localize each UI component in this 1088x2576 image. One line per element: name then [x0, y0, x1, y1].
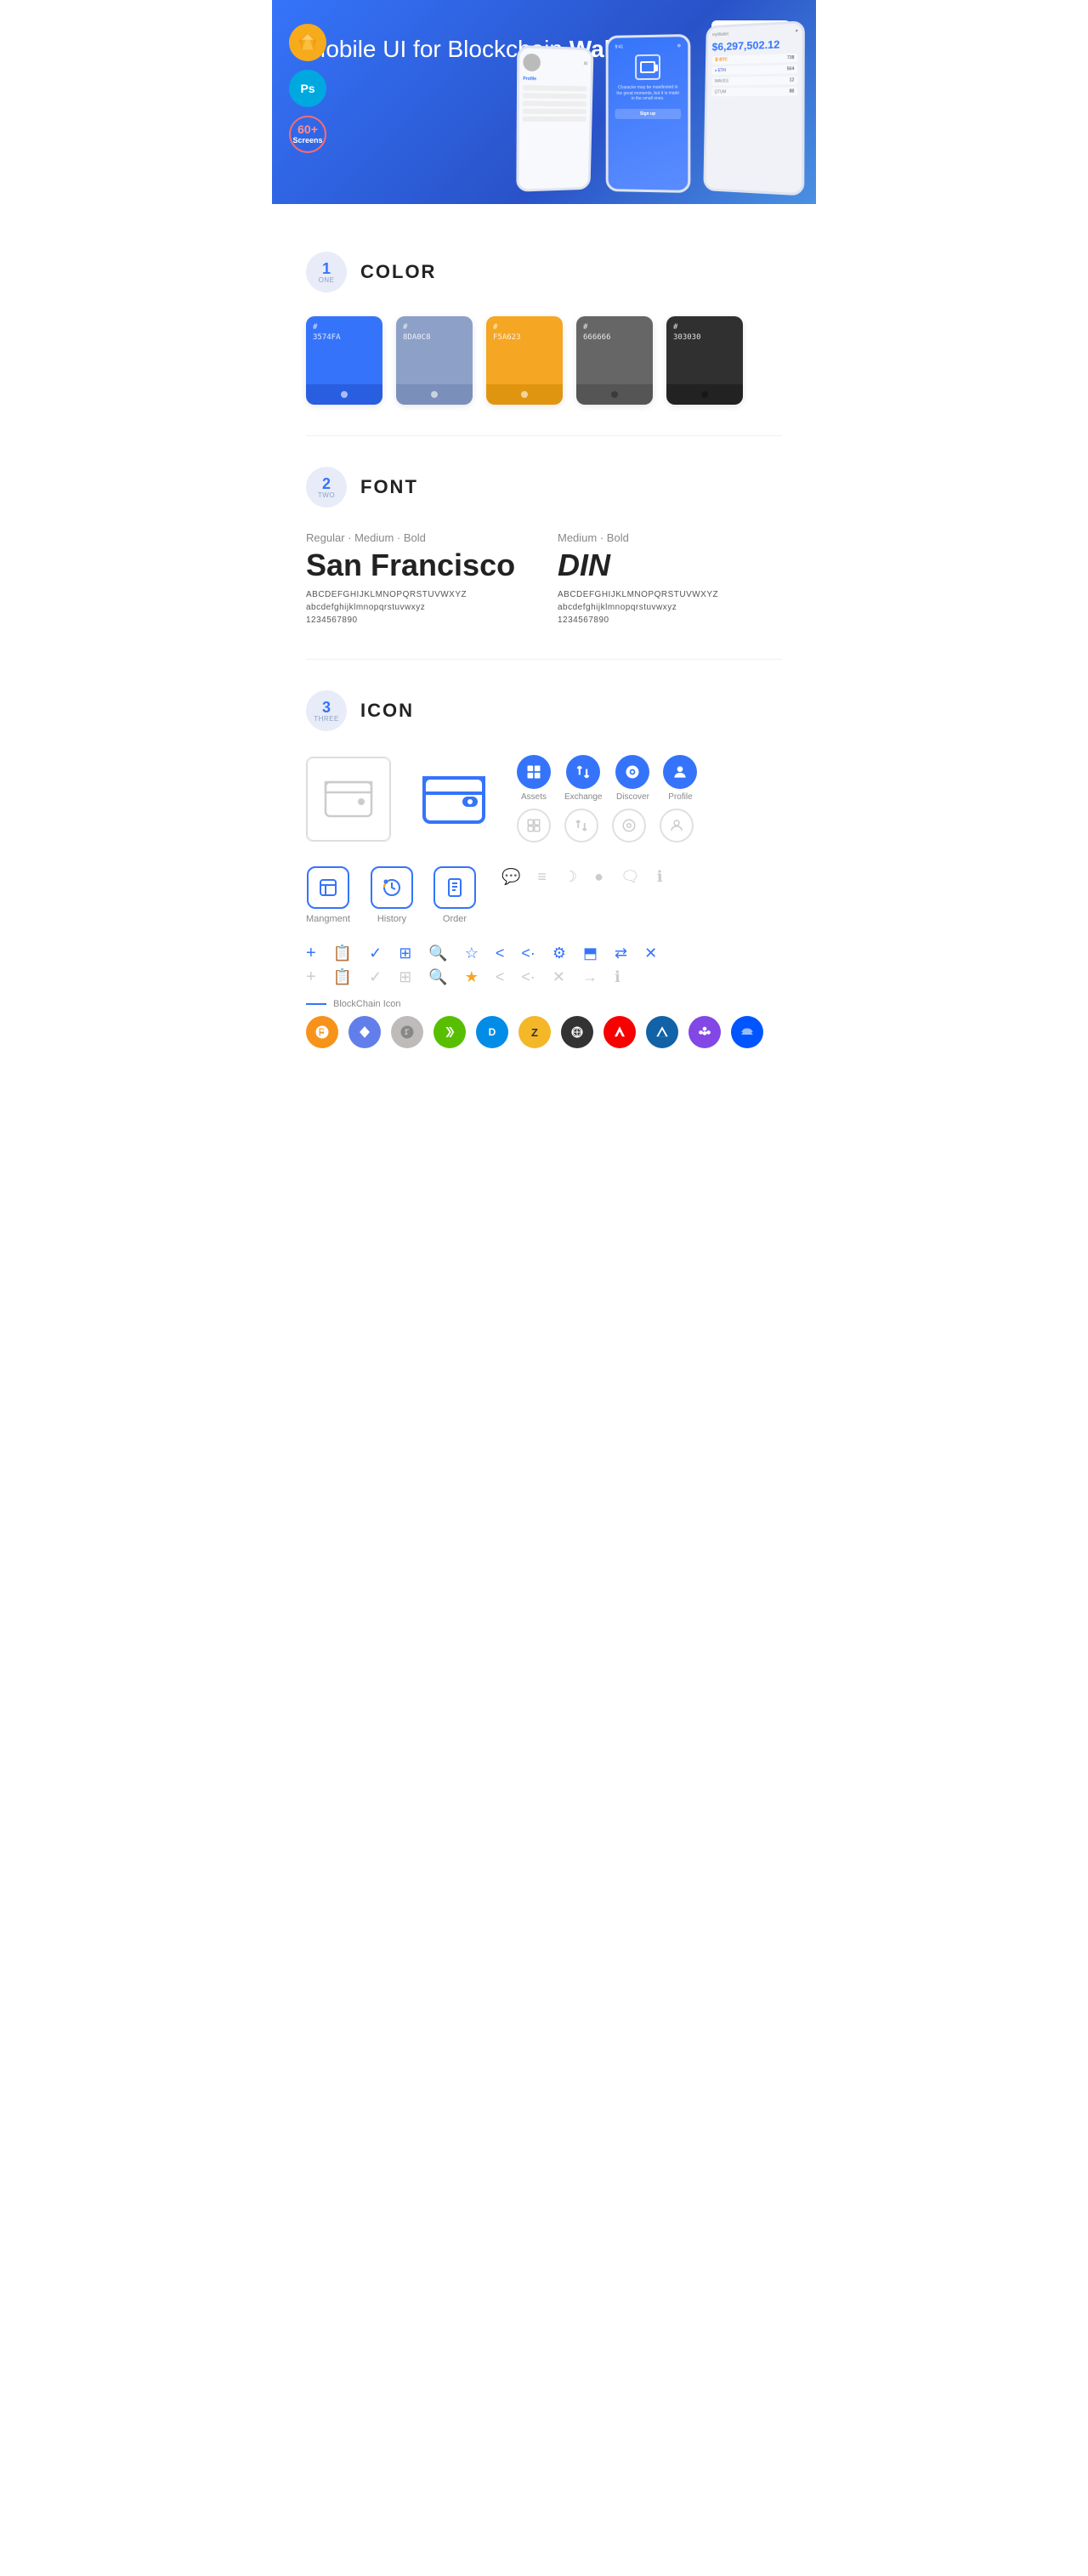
misc-icons: 💬 ≡ ☽ ● 🗨 ℹ	[502, 860, 663, 891]
dash-icon: D	[476, 1016, 508, 1048]
section-number-1: 1 ONE	[306, 252, 347, 292]
wallet-icons-row: Assets Exchange Discover	[306, 755, 782, 843]
qr-icon: ⊞	[399, 945, 411, 961]
close-icon: ✕	[644, 945, 657, 961]
matic-icon	[688, 1016, 721, 1048]
history-icon	[371, 866, 413, 909]
app-icons-row: Mangment History Order	[306, 866, 476, 924]
clipboard-outline-icon: 📋	[333, 969, 352, 984]
din-name: DIN	[558, 548, 782, 583]
ardr-icon	[646, 1016, 678, 1048]
swatch-orange: #F5A623	[486, 316, 563, 405]
history-icon-item: History	[371, 866, 413, 924]
clipboard-icon: 📋	[333, 945, 352, 961]
font-section: 2 TWO FONT Regular · Medium · Bold San F…	[272, 436, 816, 659]
swatch-slate: #8DA0C8	[396, 316, 473, 405]
moon-icon: ☽	[564, 868, 577, 886]
din-nums: 1234567890	[558, 616, 782, 625]
color-section: 1 ONE COLOR #3574FA #8DA0C8 #F5A623 #666…	[272, 221, 816, 435]
ark-icon	[604, 1016, 636, 1048]
check-icon: ✓	[369, 945, 382, 961]
utility-icons-blue: + 📋 ✓ ⊞ 🔍 ☆ < <· ⚙ ⬒ ⇄ ✕	[306, 945, 782, 962]
qr-outline-icon: ⊞	[399, 969, 411, 984]
management-icon	[307, 866, 349, 909]
phone-mockup-right: myWallet + $6,297,502.12 ₿ BTC 738 ♦ ETH…	[703, 20, 805, 196]
eth-icon	[348, 1016, 381, 1048]
icon-title: ICON	[360, 700, 414, 722]
color-swatches: #3574FA #8DA0C8 #F5A623 #666666 #303030	[306, 316, 782, 405]
sketch-badge	[289, 24, 326, 61]
save-icon: ⬒	[583, 945, 598, 961]
font-grid: Regular · Medium · Bold San Francisco AB…	[306, 531, 782, 628]
share-icon: <·	[521, 945, 536, 961]
management-icon-item: Mangment	[306, 866, 350, 924]
hero-section: Mobile UI for Blockchain Wallet UI Kit P…	[272, 0, 816, 204]
blockchain-line	[306, 1003, 326, 1005]
search-outline-icon: 🔍	[428, 969, 447, 984]
sf-lower: abcdefghijklmnopqrstuvwxyz	[306, 603, 530, 612]
grid-icon	[561, 1016, 593, 1048]
back-icon: <	[496, 945, 505, 961]
circle-icon: ●	[594, 868, 604, 886]
section-number-3: 3 THREE	[306, 690, 347, 731]
phone-mockup-left: AI Profile	[516, 45, 593, 192]
crypto-icons-row: D Z	[306, 1016, 782, 1048]
comment-icon: 💬	[502, 868, 520, 886]
phone-mockup-middle: 9:41 ⚙ Character may be manifested in th…	[606, 34, 691, 193]
info-icon: ℹ	[657, 868, 663, 886]
sf-upper: ABCDEFGHIJKLMNOPQRSTUVWXYZ	[306, 590, 530, 599]
font-section-header: 2 TWO FONT	[306, 467, 782, 508]
plus-outline-icon: +	[306, 968, 316, 985]
neo-icon	[434, 1016, 466, 1048]
blockchain-section: BlockChain Icon	[306, 999, 782, 1009]
icon-section-header: 3 THREE ICON	[306, 690, 782, 731]
font-sf: Regular · Medium · Bold San Francisco AB…	[306, 531, 530, 628]
color-title: COLOR	[360, 261, 436, 283]
utility-icons-gray: + 📋 ✓ ⊞ 🔍 ★ < <· ✕ → ℹ	[306, 968, 782, 985]
sf-nums: 1234567890	[306, 616, 530, 625]
din-lower: abcdefghijklmnopqrstuvwxyz	[558, 603, 782, 612]
swatch-dark: #303030	[666, 316, 743, 405]
nav-icons-column: Assets Exchange Discover	[517, 755, 697, 843]
font-din: Medium · Bold DIN ABCDEFGHIJKLMNOPQRSTUV…	[558, 531, 782, 628]
blockchain-label-text: BlockChain Icon	[333, 999, 401, 1009]
swap-icon: ⇄	[615, 945, 627, 961]
star-filled-icon: ★	[465, 969, 479, 984]
wallet-blue-icon	[411, 757, 496, 842]
layers-icon: ≡	[537, 868, 547, 886]
info-outline-icon: ℹ	[615, 969, 620, 984]
screens-badge: 60+ Screens	[289, 116, 326, 153]
swatch-blue: #3574FA	[306, 316, 382, 405]
swatch-gray: #666666	[576, 316, 653, 405]
share-outline-icon: <·	[521, 969, 536, 984]
settings-icon: ⚙	[552, 945, 566, 961]
color-section-header: 1 ONE COLOR	[306, 252, 782, 292]
zcash-icon: Z	[518, 1016, 551, 1048]
hero-badges: Ps 60+ Screens	[289, 24, 326, 153]
back-outline-icon: <	[496, 969, 505, 984]
search-icon: 🔍	[428, 945, 447, 961]
ltc-icon	[391, 1016, 423, 1048]
wallet-grid-icon	[306, 757, 391, 842]
star-icon: ☆	[465, 945, 479, 961]
ps-badge: Ps	[289, 70, 326, 107]
plus-icon: +	[306, 945, 316, 962]
font-title: FONT	[360, 476, 418, 498]
sf-name: San Francisco	[306, 548, 530, 583]
cross-icon: ✕	[552, 969, 565, 984]
btc-icon	[306, 1016, 338, 1048]
arrow-icon: →	[582, 969, 598, 984]
section-number-2: 2 TWO	[306, 467, 347, 508]
order-icon-item: Order	[434, 866, 476, 924]
chat-icon: 🗨	[620, 868, 640, 886]
check-outline-icon: ✓	[369, 969, 382, 984]
order-icon	[434, 866, 476, 909]
din-upper: ABCDEFGHIJKLMNOPQRSTUVWXYZ	[558, 590, 782, 599]
waves-icon	[731, 1016, 763, 1048]
icon-section: 3 THREE ICON	[272, 660, 816, 1079]
